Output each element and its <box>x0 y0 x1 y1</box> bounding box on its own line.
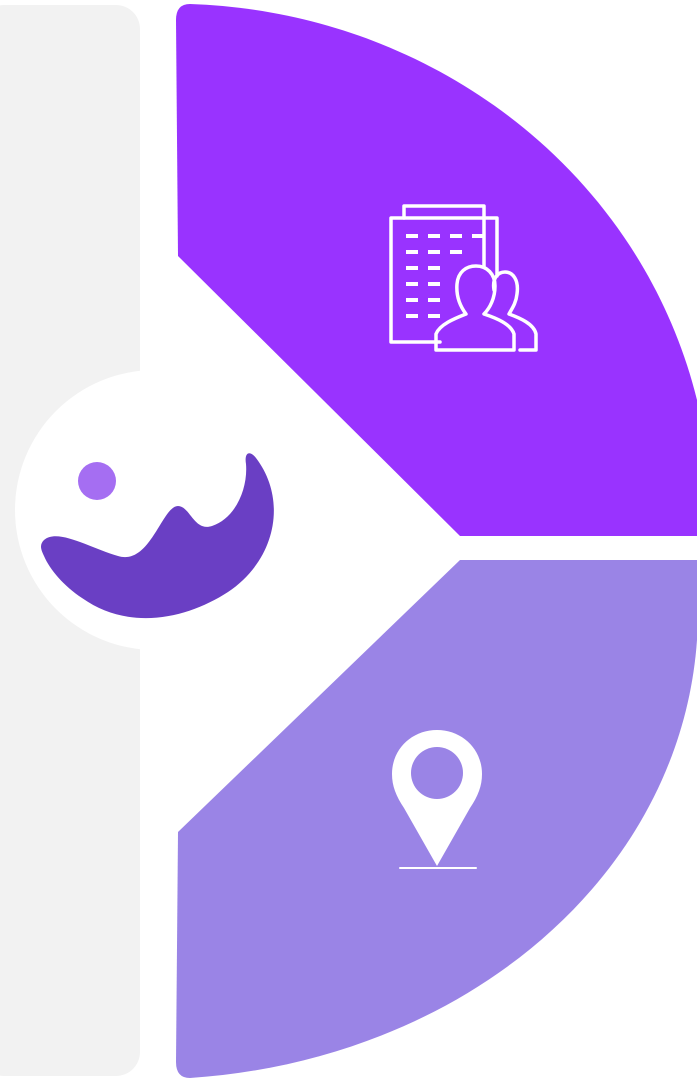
logo-dot <box>78 462 116 500</box>
diagram-svg <box>0 4 697 1078</box>
pin-hole <box>411 747 463 799</box>
diagram-canvas <box>0 0 697 1081</box>
